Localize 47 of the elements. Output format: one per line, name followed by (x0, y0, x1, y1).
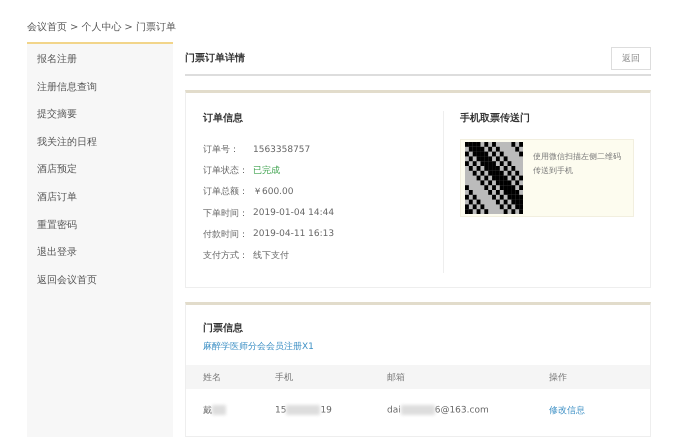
field-value: 已完成 (253, 164, 280, 178)
section-title: 手机取票传送门 (460, 111, 530, 125)
edit-link[interactable]: 修改信息 (549, 406, 585, 416)
redaction-blur (212, 405, 226, 416)
sidebar-item[interactable]: 酒店订单 (27, 184, 173, 212)
table-cell: 15 (275, 405, 286, 416)
field-label: 订单状态： (203, 164, 249, 178)
section-title: 订单信息 (203, 112, 243, 125)
sidebar-item[interactable]: 返回会议首页 (27, 266, 173, 294)
table-cell: 6@163.com (434, 405, 489, 416)
breadcrumb-link[interactable]: 个人中心 (81, 22, 122, 33)
field-value: 2019-04-11 16:13 (253, 229, 334, 240)
table-cell: 19 (320, 405, 332, 416)
column-header: 手机 (275, 372, 293, 382)
breadcrumb-link[interactable]: 会议首页 (27, 22, 67, 33)
page-title: 门票订单详情 (185, 51, 245, 65)
field-label: 订单总额： (203, 186, 249, 198)
field-value: 2019-01-04 14:44 (253, 208, 334, 218)
field-label: 下单时间： (203, 208, 249, 220)
sidebar-item[interactable]: 退出登录 (27, 239, 173, 267)
field-label: 付款时间： (203, 228, 249, 241)
field-label: 订单号： (203, 144, 240, 156)
sidebar-item[interactable]: 我关注的日程 (27, 128, 173, 156)
redaction-blur (286, 404, 320, 415)
breadcrumb-separator: > (124, 22, 133, 33)
back-button[interactable]: 返回 (611, 46, 651, 70)
ticket-link[interactable]: 麻醉学医师分会会员注册X1 (203, 340, 650, 353)
field-label: 支付方式： (203, 250, 249, 262)
section-title: 门票信息 (203, 321, 243, 335)
breadcrumb-link[interactable]: 门票订单 (136, 22, 176, 33)
field-value: ￥600.00 (253, 186, 294, 198)
table-cell: 戴 (203, 406, 212, 416)
table-cell: dai (387, 405, 401, 416)
qr-code-icon (465, 142, 523, 214)
qr-hint: 使用微信扫描左侧二维码传送到手机 (532, 151, 622, 177)
column-header: 邮箱 (387, 372, 405, 382)
field-value: 1563358757 (253, 144, 310, 155)
sidebar-item[interactable]: 酒店预定 (27, 156, 173, 184)
sidebar-item[interactable]: 报名注册 (27, 46, 173, 74)
breadcrumb-separator: > (70, 22, 78, 33)
column-header: 姓名 (203, 372, 221, 382)
sidebar-item[interactable]: 重置密码 (27, 212, 173, 240)
redaction-blur (400, 404, 435, 415)
sidebar-item[interactable]: 提交摘要 (27, 101, 173, 129)
sidebar-item[interactable]: 注册信息查询 (27, 74, 173, 102)
column-header: 操作 (549, 372, 567, 382)
field-value: 线下支付 (253, 250, 289, 262)
